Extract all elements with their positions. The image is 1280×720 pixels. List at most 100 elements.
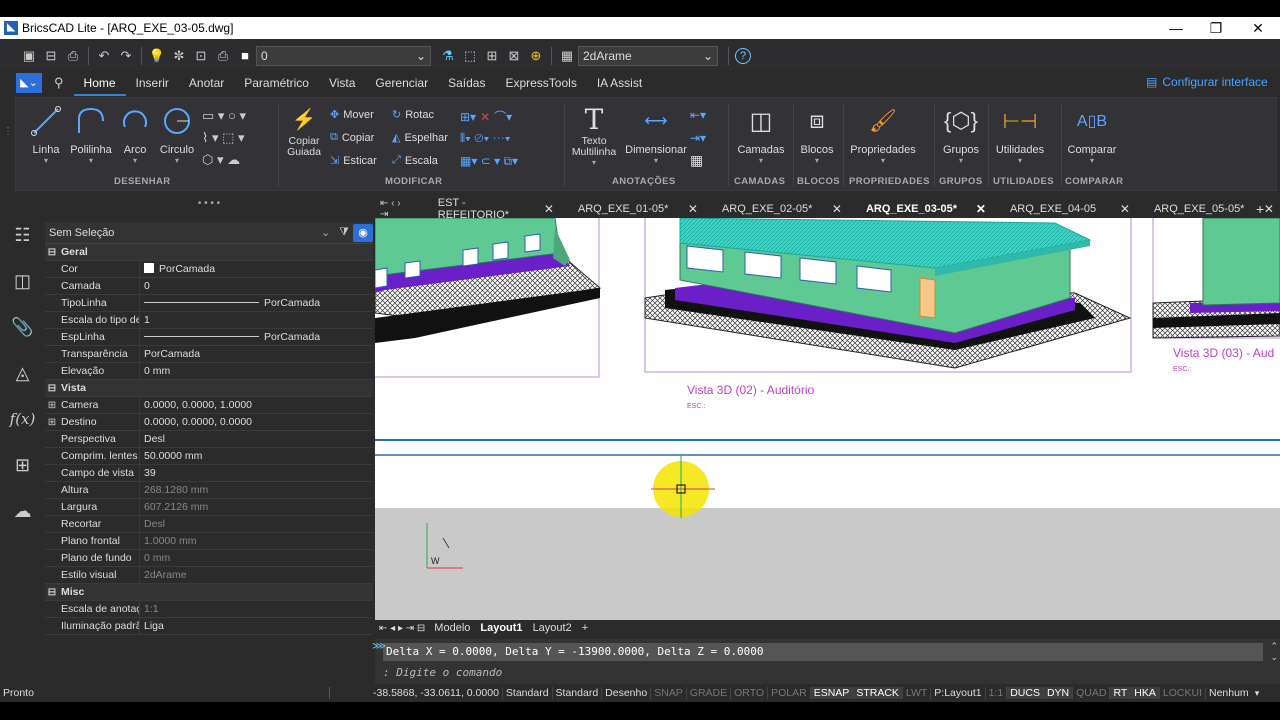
property-row[interactable]: Comprim. lentes 50.0000 mm: [45, 447, 373, 465]
property-value[interactable]: PorCamada: [139, 345, 373, 363]
tab-nav-icon[interactable]: ⇤ ‹ › ⇥: [375, 198, 416, 220]
layer-freeze-icon[interactable]: ✼: [170, 47, 188, 65]
close-tab-icon[interactable]: ✕: [544, 202, 554, 216]
layer-dropdown[interactable]: 0 ⌄: [256, 45, 431, 66]
status-toggle[interactable]: 1:1: [984, 687, 1007, 699]
save-icon[interactable]: ▣: [20, 47, 38, 65]
selection-dropdown[interactable]: Sem Seleção ⌄ ⧩ ◉: [45, 222, 373, 244]
layer-color-icon[interactable]: ■: [236, 47, 254, 65]
status-toggle[interactable]: DUCS: [1006, 687, 1043, 699]
property-value[interactable]: Liga: [139, 617, 373, 635]
property-row[interactable]: Camada 0: [45, 277, 373, 295]
offset-icon[interactable]: ⫴▾ ⊘▾ ⋯▾: [460, 131, 511, 146]
leader-icon[interactable]: ⇤▾: [690, 108, 706, 122]
status-toggle[interactable]: SNAP: [650, 687, 686, 699]
layer-print-icon[interactable]: ⎙: [214, 47, 232, 65]
property-row[interactable]: Recortar Desl: [45, 515, 373, 533]
property-value[interactable]: 39: [139, 464, 373, 482]
copiar-guiada-button[interactable]: ⚡ Copiar Guiada: [284, 102, 324, 158]
property-row[interactable]: Plano frontal 1.0000 mm: [45, 532, 373, 550]
status-toggle[interactable]: ORTO: [730, 687, 767, 699]
parameters-icon[interactable]: f(x): [0, 396, 45, 442]
linha-button[interactable]: Linha ▾: [26, 104, 66, 165]
table-icon[interactable]: ▦: [690, 152, 703, 169]
close-tab-icon[interactable]: ✕: [1264, 202, 1274, 216]
property-row[interactable]: Cor PorCamada: [45, 260, 373, 278]
layer-state-icon[interactable]: ⊕: [527, 47, 545, 65]
utilidades-button[interactable]: ⊢⊣ Utilidades ▾: [992, 104, 1048, 166]
camadas-button[interactable]: ◫ Camadas ▾: [734, 104, 788, 166]
property-row[interactable]: Largura 607.2126 mm: [45, 498, 373, 516]
explode-icon[interactable]: ▦▾ ⊂ ▾ ⧉▾: [460, 154, 518, 169]
property-value[interactable]: 2dArame: [139, 566, 373, 584]
redo-icon[interactable]: ↷: [117, 47, 135, 65]
help-icon[interactable]: ?: [735, 47, 751, 64]
tab-inserir[interactable]: Inserir: [126, 70, 179, 96]
status-toggle[interactable]: RT: [1109, 687, 1131, 699]
property-value[interactable]: PorCamada: [139, 260, 373, 278]
status-toggle[interactable]: P:Layout1: [930, 687, 984, 699]
espelhar-button[interactable]: ◭ Espelhar: [392, 131, 448, 145]
property-value[interactable]: 1:1: [139, 600, 373, 618]
property-row[interactable]: Altura 268.1280 mm: [45, 481, 373, 499]
property-value[interactable]: 0.0000, 0.0000, 1.0000: [139, 396, 373, 414]
property-value[interactable]: 1: [139, 311, 373, 329]
esticar-button[interactable]: ⇲ Esticar: [330, 154, 377, 168]
tab-home[interactable]: Home: [73, 70, 126, 96]
polilinha-button[interactable]: Polilinha ▾: [68, 104, 114, 165]
property-row[interactable]: Campo de vista 39: [45, 464, 373, 482]
tab-gerenciar[interactable]: Gerenciar: [365, 70, 438, 96]
status-toggle[interactable]: HKA: [1130, 687, 1159, 699]
property-value[interactable]: PorCamada: [139, 328, 373, 346]
print-icon[interactable]: ⎙: [64, 47, 82, 65]
close-tab-icon[interactable]: ✕: [1120, 202, 1130, 216]
configure-interface-link[interactable]: ▤ Configurar interface: [1146, 75, 1268, 89]
minimize-button[interactable]: —: [1156, 17, 1196, 39]
status-toggle[interactable]: Desenho: [601, 687, 650, 699]
maximize-button[interactable]: ❐: [1196, 17, 1236, 39]
status-toggle[interactable]: POLAR: [767, 687, 810, 699]
mover-button[interactable]: ✥ Mover: [330, 108, 374, 122]
status-toggle[interactable]: LOCKUI: [1158, 687, 1205, 699]
document-tab[interactable]: ARQ_EXE_02-05* ✕: [704, 200, 848, 218]
close-tab-icon[interactable]: ✕: [976, 202, 986, 216]
close-tab-icon[interactable]: ✕: [832, 202, 842, 216]
tab-parametrico[interactable]: Paramétrico: [234, 70, 319, 96]
document-tab[interactable]: ARQ_EXE_04-05 ✕: [992, 200, 1136, 218]
property-value[interactable]: 268.1280 mm: [139, 481, 373, 499]
property-value[interactable]: Desl: [139, 515, 373, 533]
add-layout-button[interactable]: +: [577, 622, 593, 634]
tab-anotar[interactable]: Anotar: [179, 70, 234, 96]
property-value[interactable]: 607.2126 mm: [139, 498, 373, 516]
dimensionar-button[interactable]: ⟷ Dimensionar ▾: [624, 104, 688, 165]
match-properties-icon[interactable]: ⚗: [439, 47, 457, 65]
status-menu-icon[interactable]: ▾: [1252, 688, 1263, 699]
collapse-icon[interactable]: ⊟: [45, 247, 59, 258]
command-scroll-icon[interactable]: ⌃ ⌄: [1270, 641, 1278, 663]
tab-ia-assist[interactable]: IA Assist: [587, 70, 652, 96]
visual-style-icon[interactable]: ▦: [558, 47, 576, 65]
property-value[interactable]: 1.0000 mm: [139, 532, 373, 550]
layer-lock-icon[interactable]: ⊡: [192, 47, 210, 65]
eye-icon[interactable]: ◉: [353, 223, 373, 242]
blocos-button[interactable]: ⧈ Blocos ▾: [796, 104, 838, 165]
tab-saidas[interactable]: Saídas: [438, 70, 495, 96]
status-toggle[interactable]: Standard: [551, 687, 602, 699]
property-value[interactable]: 0 mm: [139, 549, 373, 567]
property-value[interactable]: 0.0000, 0.0000, 0.0000: [139, 413, 373, 431]
status-toggle[interactable]: DYN: [1042, 687, 1073, 699]
undo-icon[interactable]: ↶: [95, 47, 113, 65]
properties-panel-icon[interactable]: ☷: [0, 212, 45, 258]
property-row[interactable]: Perspectiva Desl: [45, 430, 373, 448]
select-similar-icon[interactable]: ⬚: [461, 47, 479, 65]
property-row[interactable]: Escala de anotaç 1:1: [45, 600, 373, 618]
app-menu-icon[interactable]: ◣⌄: [16, 73, 42, 93]
status-toggle[interactable]: STRACK: [852, 687, 902, 699]
search-icon[interactable]: ⚲: [54, 75, 64, 91]
tab-expresstools[interactable]: ExpressTools: [495, 70, 586, 96]
circulo-button[interactable]: Circulo ▾: [156, 104, 198, 165]
property-value[interactable]: 50.0000 mm: [139, 447, 373, 465]
attachments-icon[interactable]: 📎: [0, 304, 45, 350]
arco-button[interactable]: Arco ▾: [116, 104, 154, 165]
close-tab-icon[interactable]: ✕: [688, 202, 698, 216]
